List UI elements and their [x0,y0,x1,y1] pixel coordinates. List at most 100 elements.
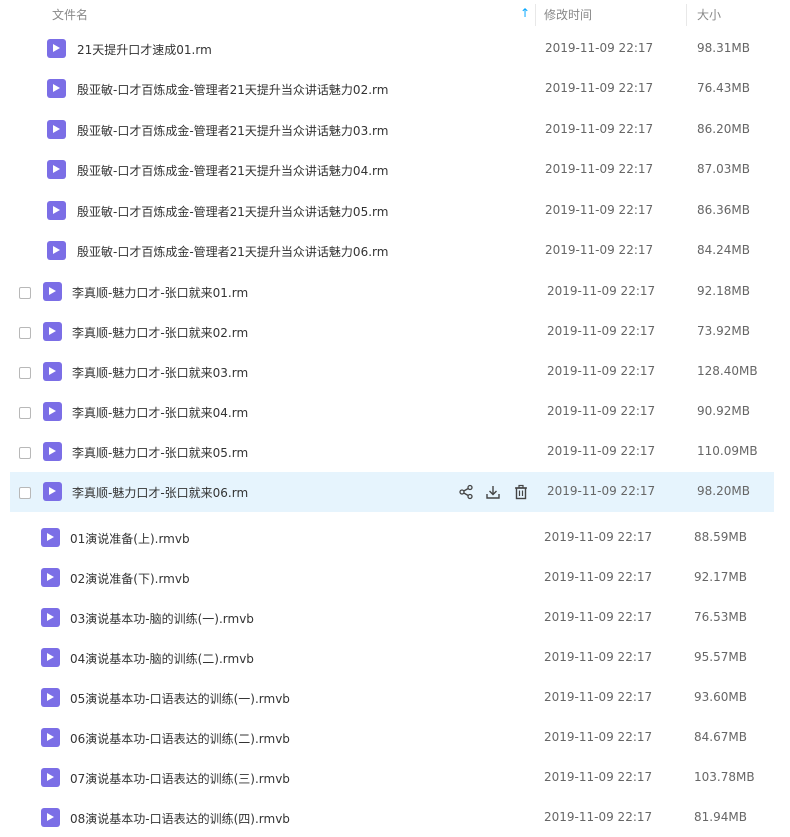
file-size: 76.53MB [694,610,747,624]
file-date: 2019-11-09 22:17 [545,122,654,136]
file-row[interactable]: 殷亚敏-口才百炼成金-管理者21天提升当众讲话魅力03.rm 2019-11-0… [0,110,790,150]
file-date: 2019-11-09 22:17 [545,203,654,217]
file-row[interactable]: 李真顺-魅力口才-张口就来01.rm 2019-11-09 22:17 92.1… [0,272,790,312]
video-file-icon [41,688,60,707]
file-row[interactable]: 07演说基本功-口语表达的训练(三).rmvb 2019-11-09 22:17… [0,757,790,797]
file-name[interactable]: 殷亚敏-口才百炼成金-管理者21天提升当众讲话魅力05.rm [77,203,388,220]
file-size: 103.78MB [694,770,755,784]
file-row[interactable]: 08演说基本功-口语表达的训练(四).rmvb 2019-11-09 22:17… [0,797,790,837]
video-file-icon [43,322,62,341]
file-name[interactable]: 殷亚敏-口才百炼成金-管理者21天提升当众讲话魅力03.rm [77,122,388,139]
file-date: 2019-11-09 22:17 [544,530,653,544]
video-file-icon [41,528,60,547]
video-file-icon [41,648,60,667]
file-size: 98.31MB [697,41,750,55]
file-name[interactable]: 01演说准备(上).rmvb [70,530,190,547]
file-size: 87.03MB [697,162,750,176]
file-name[interactable]: 07演说基本功-口语表达的训练(三).rmvb [70,770,290,787]
file-row-hovered[interactable]: 李真顺-魅力口才-张口就来06.rm 2019-11-09 22:17 98.2… [10,472,774,512]
file-row[interactable]: 05演说基本功-口语表达的训练(一).rmvb 2019-11-09 22:17… [0,677,790,717]
file-name[interactable]: 殷亚敏-口才百炼成金-管理者21天提升当众讲话魅力06.rm [77,243,388,260]
file-size: 93.60MB [694,690,747,704]
row-checkbox[interactable] [19,487,31,499]
file-size: 81.94MB [694,810,747,824]
file-name[interactable]: 02演说准备(下).rmvb [70,570,190,587]
video-file-icon [43,282,62,301]
file-name[interactable]: 李真顺-魅力口才-张口就来03.rm [72,364,248,381]
file-name[interactable]: 03演说基本功-脑的训练(一).rmvb [70,610,254,627]
file-size: 86.36MB [697,203,750,217]
file-date: 2019-11-09 22:17 [544,570,653,584]
file-name[interactable]: 李真顺-魅力口才-张口就来04.rm [72,404,248,421]
file-row[interactable]: 李真顺-魅力口才-张口就来02.rm 2019-11-09 22:17 73.9… [0,312,790,352]
file-size: 90.92MB [697,404,750,418]
file-date: 2019-11-09 22:17 [544,650,653,664]
file-row[interactable]: 李真顺-魅力口才-张口就来04.rm 2019-11-09 22:17 90.9… [0,392,790,432]
file-date: 2019-11-09 22:17 [545,81,654,95]
video-file-icon [47,39,66,58]
file-row[interactable]: 02演说准备(下).rmvb 2019-11-09 22:17 92.17MB [0,557,790,597]
file-name[interactable]: 08演说基本功-口语表达的训练(四).rmvb [70,810,290,827]
video-file-icon [47,160,66,179]
file-date: 2019-11-09 22:17 [547,324,656,338]
file-list-header: 文件名 ↑ 修改时间 大小 [0,0,790,30]
file-size: 76.43MB [697,81,750,95]
video-file-icon [47,120,66,139]
file-row[interactable]: 殷亚敏-口才百炼成金-管理者21天提升当众讲话魅力02.rm 2019-11-0… [0,69,790,109]
video-file-icon [41,808,60,827]
share-icon[interactable] [458,484,474,500]
file-row[interactable]: 殷亚敏-口才百炼成金-管理者21天提升当众讲话魅力06.rm 2019-11-0… [0,231,790,271]
file-size: 73.92MB [697,324,750,338]
trash-icon[interactable] [513,484,529,500]
row-checkbox[interactable] [19,367,31,379]
file-row[interactable]: 殷亚敏-口才百炼成金-管理者21天提升当众讲话魅力04.rm 2019-11-0… [0,150,790,190]
file-row[interactable]: 04演说基本功-脑的训练(二).rmvb 2019-11-09 22:17 95… [0,637,790,677]
file-date: 2019-11-09 22:17 [544,690,653,704]
file-size: 84.24MB [697,243,750,257]
file-size: 88.59MB [694,530,747,544]
row-checkbox[interactable] [19,327,31,339]
column-header-name[interactable]: 文件名 [52,6,88,23]
file-name[interactable]: 04演说基本功-脑的训练(二).rmvb [70,650,254,667]
file-date: 2019-11-09 22:17 [547,284,656,298]
row-checkbox[interactable] [19,447,31,459]
file-name[interactable]: 05演说基本功-口语表达的训练(一).rmvb [70,690,290,707]
file-size: 128.40MB [697,364,758,378]
file-date: 2019-11-09 22:17 [544,730,653,744]
file-row[interactable]: 06演说基本功-口语表达的训练(二).rmvb 2019-11-09 22:17… [0,717,790,757]
download-icon[interactable] [485,484,501,500]
video-file-icon [41,728,60,747]
file-size: 95.57MB [694,650,747,664]
file-row[interactable]: 03演说基本功-脑的训练(一).rmvb 2019-11-09 22:17 76… [0,597,790,637]
file-name[interactable]: 李真顺-魅力口才-张口就来02.rm [72,324,248,341]
column-header-size[interactable]: 大小 [697,6,721,23]
video-file-icon [47,241,66,260]
file-date: 2019-11-09 22:17 [544,810,653,824]
video-file-icon [43,362,62,381]
file-date: 2019-11-09 22:17 [547,444,656,458]
column-header-date[interactable]: 修改时间 [544,6,592,23]
file-name[interactable]: 殷亚敏-口才百炼成金-管理者21天提升当众讲话魅力04.rm [77,162,388,179]
file-row[interactable]: 殷亚敏-口才百炼成金-管理者21天提升当众讲话魅力05.rm 2019-11-0… [0,191,790,231]
file-name[interactable]: 殷亚敏-口才百炼成金-管理者21天提升当众讲话魅力02.rm [77,81,388,98]
file-size: 92.17MB [694,570,747,584]
file-row[interactable]: 21天提升口才速成01.rm 2019-11-09 22:17 98.31MB [0,29,790,69]
file-row[interactable]: 李真顺-魅力口才-张口就来05.rm 2019-11-09 22:17 110.… [0,432,790,472]
file-row[interactable]: 李真顺-魅力口才-张口就来03.rm 2019-11-09 22:17 128.… [0,352,790,392]
file-name[interactable]: 李真顺-魅力口才-张口就来05.rm [72,444,248,461]
file-name[interactable]: 李真顺-魅力口才-张口就来01.rm [72,284,248,301]
file-row[interactable]: 01演说准备(上).rmvb 2019-11-09 22:17 88.59MB [0,517,790,557]
row-checkbox[interactable] [19,287,31,299]
column-divider [535,4,536,26]
video-file-icon [41,608,60,627]
column-divider [686,4,687,26]
file-name[interactable]: 06演说基本功-口语表达的训练(二).rmvb [70,730,290,747]
sort-up-arrow-icon[interactable]: ↑ [520,6,530,20]
file-name[interactable]: 21天提升口才速成01.rm [77,41,212,58]
file-date: 2019-11-09 22:17 [544,770,653,784]
file-size: 86.20MB [697,122,750,136]
file-name[interactable]: 李真顺-魅力口才-张口就来06.rm [72,484,248,501]
row-checkbox[interactable] [19,407,31,419]
file-date: 2019-11-09 22:17 [547,364,656,378]
file-size: 92.18MB [697,284,750,298]
